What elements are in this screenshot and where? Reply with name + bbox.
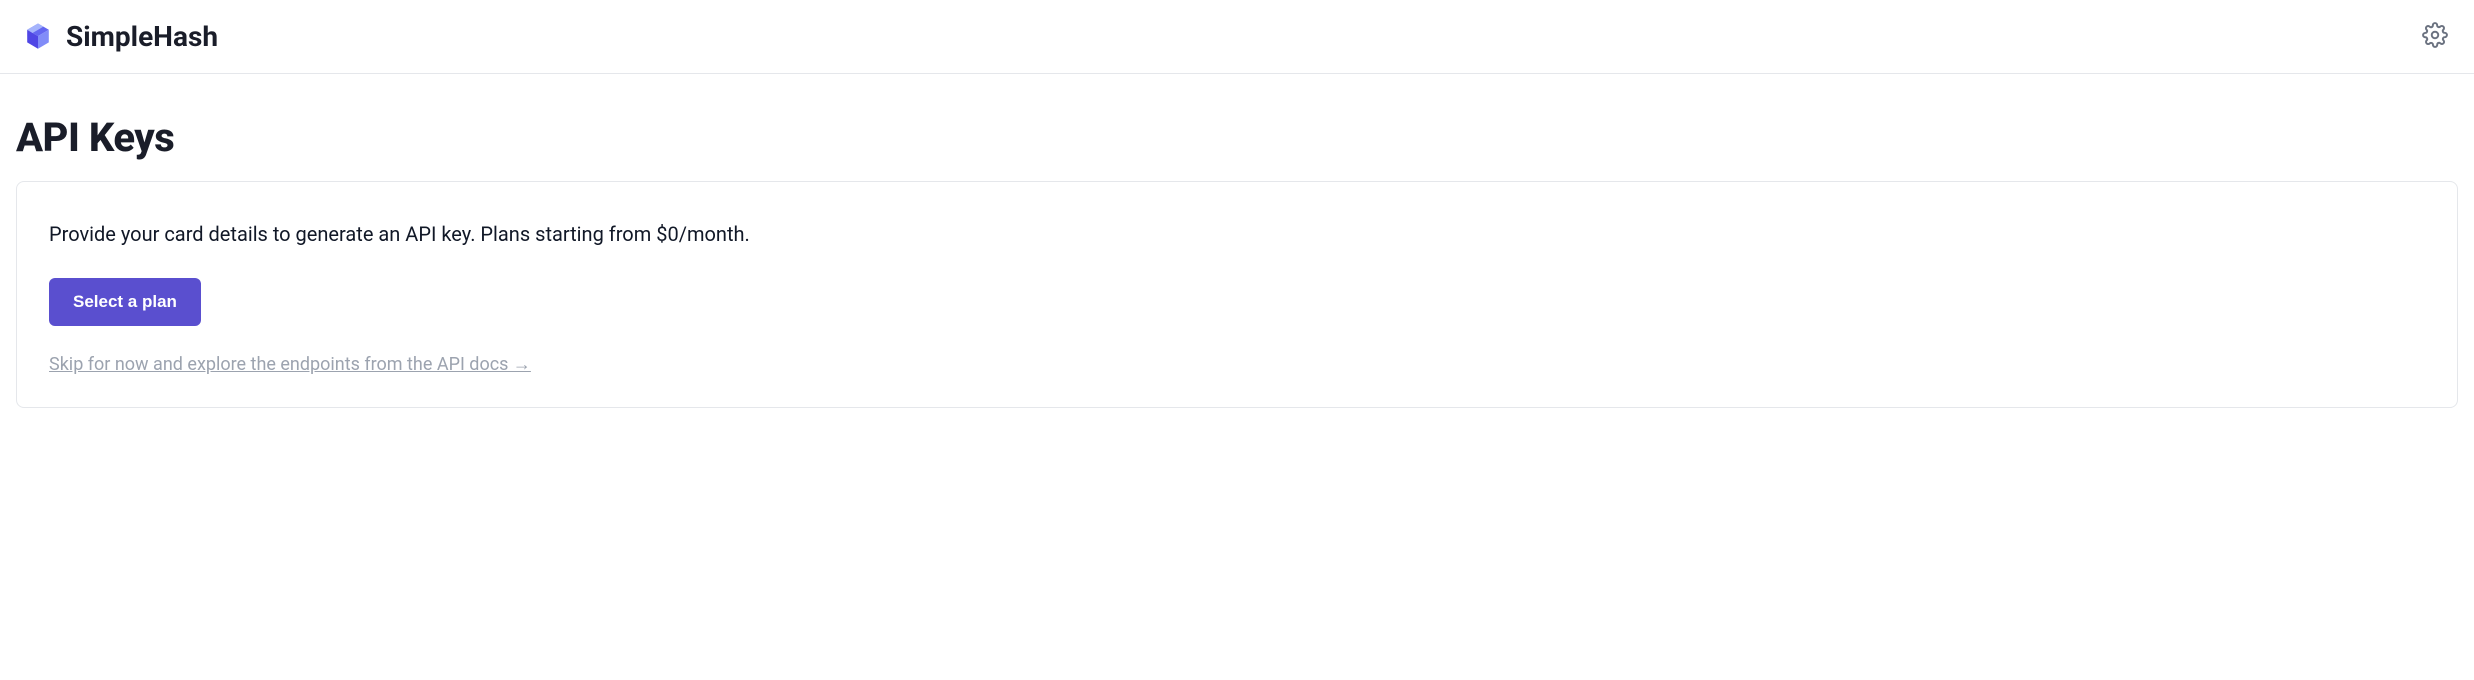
main-content: API Keys Provide your card details to ge… (0, 74, 2474, 428)
card-description: Provide your card details to generate an… (49, 222, 2425, 246)
brand-name: SimpleHash (66, 20, 218, 53)
select-plan-button[interactable]: Select a plan (49, 278, 201, 326)
api-key-card: Provide your card details to generate an… (16, 181, 2458, 408)
settings-button[interactable] (2416, 16, 2454, 57)
simplehash-logo-icon (20, 19, 56, 55)
logo[interactable]: SimpleHash (20, 19, 218, 55)
gear-icon (2422, 22, 2448, 51)
skip-link[interactable]: Skip for now and explore the endpoints f… (49, 354, 531, 375)
header: SimpleHash (0, 0, 2474, 74)
page-title: API Keys (16, 114, 2458, 161)
